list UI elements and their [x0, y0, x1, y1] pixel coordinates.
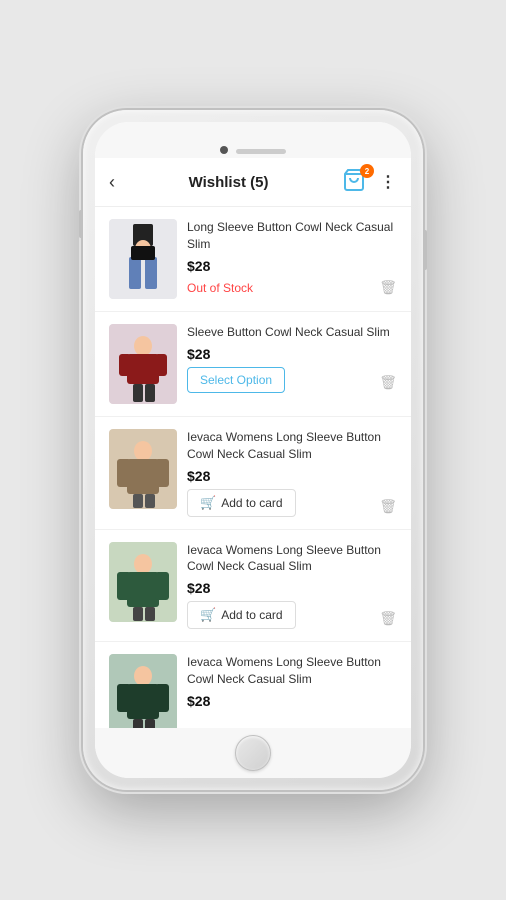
item-action-row: Select Option 🗑 — [187, 367, 397, 393]
product-price: $28 — [187, 468, 397, 484]
product-image — [109, 542, 177, 622]
item-action-row: 🛒 Add to card 🗑 — [187, 601, 397, 629]
add-to-cart-label: Add to card — [221, 608, 282, 622]
product-image — [109, 654, 177, 728]
add-to-cart-button[interactable]: 🛒 Add to card — [187, 489, 296, 517]
cart-badge: 2 — [360, 164, 374, 178]
add-to-cart-label: Add to card — [221, 496, 282, 510]
phone-camera — [220, 146, 228, 154]
product-name: Ievaca Womens Long Sleeve Button Cowl Ne… — [187, 654, 397, 688]
home-button[interactable] — [235, 735, 271, 771]
delete-button[interactable]: 🗑 — [379, 610, 397, 627]
wishlist-list: Long Sleeve Button Cowl Neck Casual Slim… — [95, 207, 411, 728]
phone-bottom-bar — [95, 728, 411, 778]
product-name: Sleeve Button Cowl Neck Casual Slim — [187, 324, 397, 341]
product-name: Ievaca Womens Long Sleeve Button Cowl Ne… — [187, 542, 397, 576]
delete-button[interactable]: 🗑 — [379, 498, 397, 515]
product-price: $28 — [187, 258, 397, 274]
list-item: Ievaca Womens Long Sleeve Button Cowl Ne… — [95, 530, 411, 643]
list-item: Sleeve Button Cowl Neck Casual Slim $28 … — [95, 312, 411, 417]
item-action-row: 🛒 Add to card 🗑 — [187, 489, 397, 517]
product-price: $28 — [187, 346, 397, 362]
phone-screen: ‹ Wishlist (5) 2 ⋮ — [95, 122, 411, 778]
select-option-button[interactable]: Select Option — [187, 367, 285, 393]
product-price: $28 — [187, 693, 397, 709]
header-icons: 2 ⋮ — [342, 168, 397, 196]
product-details: Long Sleeve Button Cowl Neck Casual Slim… — [187, 219, 397, 298]
cart-add-icon: 🛒 — [200, 495, 216, 511]
phone-speaker — [236, 149, 286, 154]
product-image — [109, 324, 177, 404]
cart-add-icon: 🛒 — [200, 607, 216, 623]
list-item: Long Sleeve Button Cowl Neck Casual Slim… — [95, 207, 411, 312]
product-details: Sleeve Button Cowl Neck Casual Slim $28 … — [187, 324, 397, 393]
list-item: Ievaca Womens Long Sleeve Button Cowl Ne… — [95, 417, 411, 530]
cart-button[interactable]: 2 — [342, 168, 370, 196]
product-image — [109, 219, 177, 299]
product-price: $28 — [187, 580, 397, 596]
product-details: Ievaca Womens Long Sleeve Button Cowl Ne… — [187, 654, 397, 714]
phone-top-bar — [95, 122, 411, 158]
add-to-cart-button[interactable]: 🛒 Add to card — [187, 601, 296, 629]
delete-button[interactable]: 🗑 — [379, 279, 397, 296]
product-details: Ievaca Womens Long Sleeve Button Cowl Ne… — [187, 429, 397, 517]
product-image — [109, 429, 177, 509]
product-name: Ievaca Womens Long Sleeve Button Cowl Ne… — [187, 429, 397, 463]
out-of-stock-label: Out of Stock — [187, 281, 253, 295]
item-action-row: Out of Stock 🗑 — [187, 279, 397, 298]
more-menu-button[interactable]: ⋮ — [380, 172, 397, 192]
delete-button[interactable]: 🗑 — [379, 374, 397, 391]
header-title: Wishlist (5) — [189, 174, 269, 191]
phone-frame: ‹ Wishlist (5) 2 ⋮ — [83, 110, 423, 790]
app-header: ‹ Wishlist (5) 2 ⋮ — [95, 158, 411, 207]
product-details: Ievaca Womens Long Sleeve Button Cowl Ne… — [187, 542, 397, 630]
list-item: Ievaca Womens Long Sleeve Button Cowl Ne… — [95, 642, 411, 728]
product-name: Long Sleeve Button Cowl Neck Casual Slim — [187, 219, 397, 253]
back-button[interactable]: ‹ — [109, 172, 115, 193]
